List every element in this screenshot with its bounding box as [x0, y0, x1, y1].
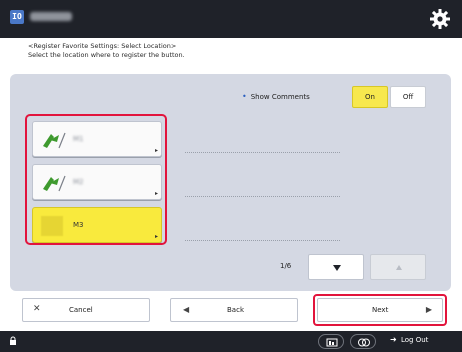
- empty-slot-line: [185, 152, 340, 153]
- settings-button[interactable]: [428, 7, 452, 31]
- lock-icon: [10, 336, 16, 345]
- empty-slot-line: [185, 240, 340, 241]
- instructions-text: Select the location where to register th…: [28, 51, 185, 59]
- back-button[interactable]: ◀ Back: [170, 298, 298, 322]
- counter-check-button[interactable]: [350, 334, 376, 349]
- slots-highlight-frame: [25, 114, 167, 245]
- empty-slot-line: [185, 196, 340, 197]
- cancel-button[interactable]: ✕ Cancel: [22, 298, 150, 322]
- logout-label: Log Out: [401, 336, 429, 344]
- next-highlight-frame: [313, 294, 447, 326]
- copy-icon: [358, 338, 370, 347]
- close-icon: ✕: [33, 304, 41, 314]
- show-comments-off-button[interactable]: Off: [390, 86, 426, 108]
- device-name: ######: [30, 12, 72, 21]
- top-bar: IO ######: [0, 0, 462, 38]
- status-monitor-icon: [326, 338, 338, 347]
- page-down-button[interactable]: [308, 254, 364, 280]
- status-bar: ➜ Log Out: [0, 331, 462, 352]
- instructions-title: <Register Favorite Settings: Select Loca…: [28, 42, 177, 50]
- page-up-button[interactable]: [370, 254, 426, 280]
- show-comments-label: • Show Comments: [242, 92, 310, 101]
- show-comments-text: Show Comments: [250, 93, 310, 101]
- triangle-up-icon: [396, 265, 402, 270]
- show-comments-on-button[interactable]: On: [352, 86, 388, 108]
- arrow-left-icon: ◀: [183, 305, 190, 314]
- page-indicator: 1/6: [280, 262, 292, 270]
- instructions: <Register Favorite Settings: Select Loca…: [28, 42, 185, 60]
- triangle-down-icon: [333, 265, 341, 271]
- app-icon: IO: [10, 10, 24, 24]
- status-monitor-button[interactable]: [318, 334, 344, 349]
- gear-icon: [430, 9, 450, 29]
- logout-icon: ➜: [390, 335, 397, 344]
- cancel-label: Cancel: [69, 306, 93, 314]
- bullet-icon: •: [242, 92, 247, 101]
- back-label: Back: [227, 306, 244, 314]
- logout-button[interactable]: ➜ Log Out: [388, 334, 456, 349]
